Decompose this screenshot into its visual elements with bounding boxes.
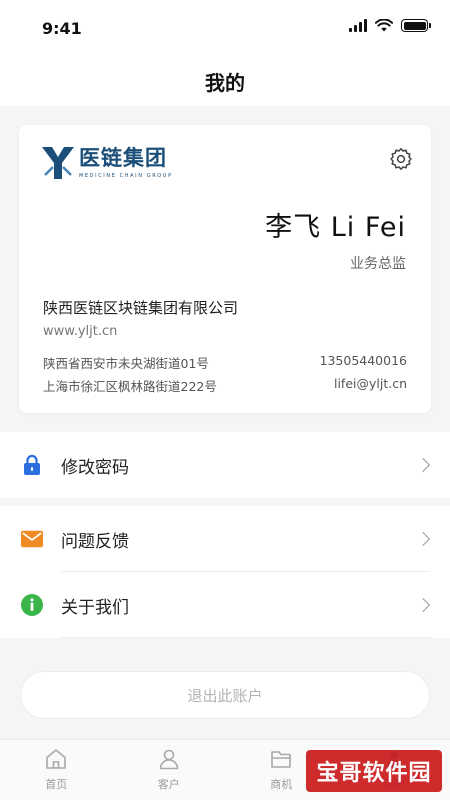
logo-subtext: MEDICINE CHAIN GROUP	[79, 173, 173, 179]
info-icon	[21, 594, 43, 616]
menu-label: 问题反馈	[61, 531, 129, 552]
menu-item-feedback[interactable]: 问题反馈	[0, 506, 450, 572]
person-title: 业务总监	[350, 256, 406, 272]
signal-icon	[349, 19, 367, 32]
address-secondary: 上海市徐汇区枫林路街道222号	[43, 379, 217, 394]
menu-item-about[interactable]: 关于我们	[0, 572, 450, 638]
home-icon	[46, 749, 67, 769]
chevron-right-icon	[415, 597, 431, 613]
person-icon	[159, 749, 179, 770]
status-bar: 9:41	[0, 0, 450, 56]
wifi-icon	[375, 19, 393, 32]
menu-group-info: 问题反馈 关于我们	[0, 506, 450, 638]
company-website: www.yljt.cn	[43, 324, 118, 339]
lock-icon	[21, 454, 43, 476]
tab-label: 客户	[157, 778, 180, 791]
watermark-logo: 宝哥软件园	[306, 750, 442, 792]
menu-group-security: 修改密码	[0, 432, 450, 498]
mail-icon	[21, 528, 43, 550]
chevron-right-icon	[415, 457, 431, 473]
status-icons	[349, 19, 431, 32]
settings-gear-icon[interactable]	[389, 147, 413, 171]
person-name: 李飞 Li Fei	[265, 212, 406, 243]
menu-label: 关于我们	[61, 597, 129, 618]
battery-icon	[401, 19, 431, 32]
logo-mark-icon	[42, 147, 74, 179]
status-time: 9:41	[42, 19, 82, 38]
folder-icon	[271, 751, 292, 768]
address-primary: 陕西省西安市未央湖街道01号	[43, 356, 209, 371]
phone-number: 13505440016	[319, 353, 407, 368]
logout-button[interactable]: 退出此账户	[20, 671, 430, 719]
logo-text: 医链集团	[79, 146, 167, 170]
tab-label: 商机	[270, 778, 293, 791]
company-name: 陕西医链区块链集团有限公司	[43, 299, 239, 317]
tab-customers[interactable]: 客户	[113, 740, 226, 800]
contact-row: 上海市徐汇区枫林路街道222号 lifei@yljt.cn	[43, 376, 407, 395]
company-logo: 医链集团 MEDICINE CHAIN GROUP	[41, 145, 173, 181]
chevron-right-icon	[415, 531, 431, 547]
nav-bar: 我的	[0, 56, 450, 106]
menu-item-change-password[interactable]: 修改密码	[0, 432, 450, 498]
tab-label: 首页	[45, 778, 68, 791]
email-address: lifei@yljt.cn	[333, 376, 407, 391]
page-title: 我的	[205, 70, 245, 95]
tab-home[interactable]: 首页	[0, 740, 113, 800]
contact-row: 陕西省西安市未央湖街道01号 13505440016	[43, 353, 407, 372]
business-card: 医链集团 MEDICINE CHAIN GROUP 李飞 Li Fei 业务总监…	[19, 125, 431, 413]
menu-label: 修改密码	[61, 457, 129, 478]
